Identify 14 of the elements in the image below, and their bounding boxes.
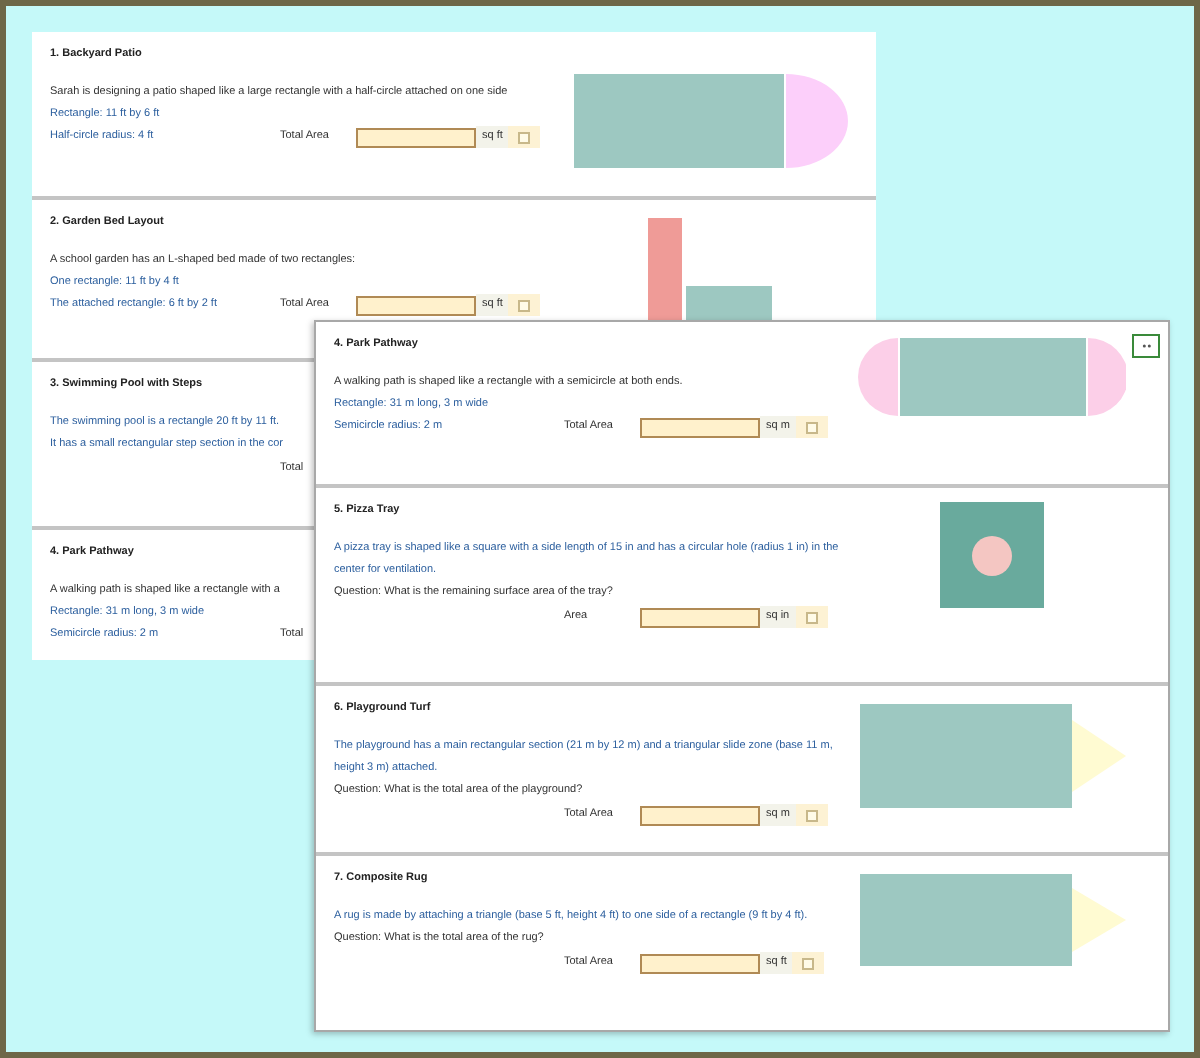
answer-field[interactable] — [640, 607, 760, 627]
checkbox[interactable] — [518, 131, 531, 143]
answer-field[interactable] — [640, 417, 760, 437]
checkbox[interactable] — [518, 299, 531, 311]
pizza-tray-drawing — [940, 502, 1044, 608]
checkbox[interactable] — [805, 809, 818, 821]
answer-field[interactable] — [356, 295, 476, 315]
more-icon[interactable] — [1132, 334, 1160, 358]
checkbox[interactable] — [805, 611, 818, 623]
checkbox[interactable] — [805, 421, 818, 433]
answer-field[interactable] — [640, 953, 760, 973]
answer-field[interactable] — [356, 127, 476, 147]
checkbox[interactable] — [802, 957, 815, 969]
answer-field[interactable] — [640, 805, 760, 825]
